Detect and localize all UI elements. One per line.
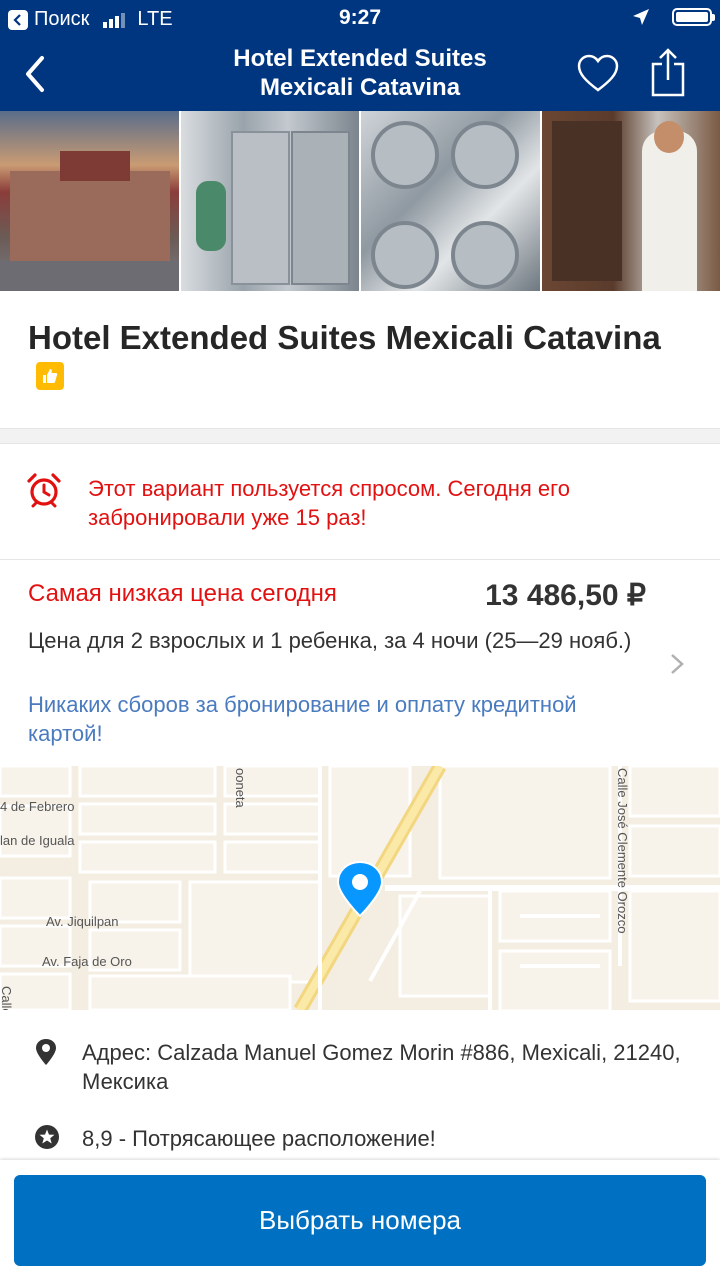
section-divider (0, 428, 720, 444)
map-label-faja: Av. Faja de Oro (42, 954, 132, 969)
address-text: Адрес: Calzada Manuel Gomez Morin #886, … (82, 1040, 681, 1094)
map-label-calle8: Calle 8 (0, 986, 14, 1010)
location-rating-text: 8,9 - Потрясающее расположение! (82, 1126, 436, 1151)
alarm-clock-icon (27, 473, 61, 508)
washing-machines-photo[interactable] (361, 111, 540, 291)
location-pin-icon (36, 1039, 56, 1065)
no-fee-notice[interactable]: Никаких сборов за бронирование и оплату … (28, 690, 628, 748)
hotel-name: Hotel Extended Suites Mexicali Catavina (28, 319, 661, 356)
heart-icon[interactable] (576, 54, 620, 94)
map-label-jiquilpan: Av. Jiquilpan (46, 914, 119, 929)
map-label-oneta: ooneta (233, 768, 248, 808)
divider (0, 559, 720, 560)
lowest-price-label: Самая низкая цена сегодня (28, 580, 337, 607)
map-label-orozco: Calle José Clemente Orozco (615, 768, 630, 934)
status-bar: Поиск LTE 9:27 (0, 0, 720, 36)
photo-gallery[interactable] (0, 111, 720, 291)
select-rooms-button[interactable]: Выбрать номера (14, 1175, 706, 1266)
map-label-iguala: lan de Iguala (0, 833, 75, 848)
hotel-exterior-photo[interactable] (0, 111, 179, 291)
battery-icon (672, 8, 715, 26)
laundry-room-photo[interactable] (180, 111, 359, 291)
chevron-left-icon[interactable] (20, 54, 50, 94)
share-icon[interactable] (650, 48, 686, 98)
star-icon (35, 1125, 59, 1149)
status-time: 9:27 (338, 6, 382, 29)
top-navbar: Hotel Extended Suites Mexicali Catavina (0, 36, 720, 111)
front-desk-staff-photo[interactable] (541, 111, 720, 291)
navbar-title-line1: Hotel Extended Suites (233, 45, 487, 72)
navbar-title-line2: Mexicali Catavina (259, 74, 461, 101)
price-note: Цена для 2 взрослых и 1 ребенка, за 4 но… (28, 628, 632, 653)
navbar-title: Hotel Extended Suites Mexicali Catavina (150, 44, 570, 102)
demand-alert-text: Этот вариант пользуется спросом. Сегодня… (88, 476, 570, 530)
chevron-right-icon[interactable] (668, 652, 686, 676)
price-value: 13 486,50 ₽ (485, 579, 646, 612)
location-arrow-icon (633, 9, 649, 25)
map-pin-icon[interactable] (335, 860, 385, 920)
map-label-febrero: 4 de Febrero (0, 799, 75, 814)
hotel-title: Hotel Extended Suites Mexicali Catavina (28, 318, 668, 398)
thumbs-up-icon[interactable] (36, 362, 64, 391)
